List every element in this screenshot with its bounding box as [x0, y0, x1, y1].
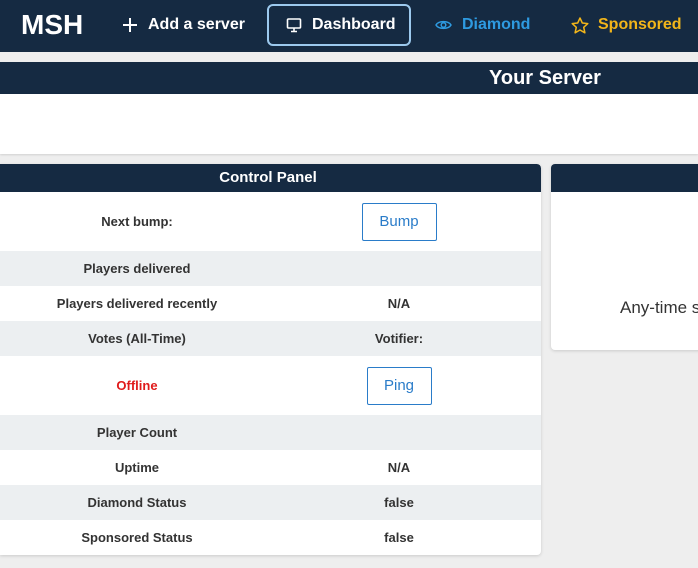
add-server-label: Add a server: [148, 16, 245, 33]
row-sponsored-status: Sponsored Status false: [0, 520, 541, 555]
side-card-text: Any-time s: [620, 298, 698, 317]
row-next-bump: Next bump: Bump: [0, 192, 541, 251]
bump-button[interactable]: Bump: [361, 202, 437, 241]
top-navbar: MSH Add a server Dashboard Diamond Spons…: [0, 0, 698, 52]
server-body: [0, 94, 698, 154]
player-count-value: [274, 415, 524, 450]
players-delivered-label: Players delivered: [83, 261, 191, 276]
diamond-label: Diamond: [462, 16, 531, 33]
monitor-icon: [286, 18, 302, 33]
row-players-delivered-recently: Players delivered recently N/A: [0, 286, 541, 321]
uptime-value: N/A: [387, 460, 411, 475]
row-votes: Votes (All-Time) Votifier:: [0, 321, 541, 356]
diamond-status-value: false: [384, 495, 414, 510]
diamond-link[interactable]: Diamond: [435, 4, 530, 46]
star-icon: [571, 16, 589, 34]
uptime-label: Uptime: [114, 460, 160, 475]
player-count-label: Player Count: [96, 425, 178, 440]
sponsored-status-label: Sponsored Status: [81, 530, 193, 545]
diamond-status-label: Diamond Status: [87, 495, 187, 510]
votifier-label: Votifier:: [374, 331, 424, 346]
brand-logo[interactable]: MSH: [21, 8, 83, 42]
eye-icon: [435, 20, 452, 30]
control-panel-card: Control Panel Next bump: Bump Players de…: [0, 164, 541, 555]
control-panel-header: Control Panel: [0, 164, 541, 192]
server-header: Your Server: [0, 62, 698, 94]
server-title: Your Server: [489, 67, 601, 89]
players-delivered-value: [274, 251, 524, 286]
row-diamond-status: Diamond Status false: [0, 485, 541, 520]
row-status: Offline Ping: [0, 356, 541, 415]
dashboard-link[interactable]: Dashboard: [267, 4, 411, 46]
row-uptime: Uptime N/A: [0, 450, 541, 485]
players-delivered-recently-value: N/A: [387, 296, 411, 311]
offline-status: Offline: [116, 378, 158, 393]
dashboard-label: Dashboard: [312, 16, 396, 33]
row-players-delivered: Players delivered: [0, 251, 541, 286]
votes-label: Votes (All-Time): [88, 331, 186, 346]
row-player-count: Player Count: [0, 415, 541, 450]
ping-cell: Ping: [274, 356, 524, 415]
control-panel-title: Control Panel: [219, 169, 317, 186]
players-delivered-recently-label: Players delivered recently: [56, 296, 218, 311]
ping-button[interactable]: Ping: [366, 366, 432, 405]
sponsored-link[interactable]: Sponsored: [571, 4, 682, 46]
add-server-link[interactable]: Add a server: [122, 4, 245, 46]
next-bump-label: Next bump:: [101, 214, 173, 229]
plus-icon: [123, 18, 137, 32]
side-card-header: [551, 164, 698, 192]
sponsored-status-value: false: [384, 530, 414, 545]
next-bump-cell: Bump: [274, 192, 524, 251]
side-card: Any-time s: [551, 164, 698, 350]
sponsored-label: Sponsored: [598, 16, 682, 33]
